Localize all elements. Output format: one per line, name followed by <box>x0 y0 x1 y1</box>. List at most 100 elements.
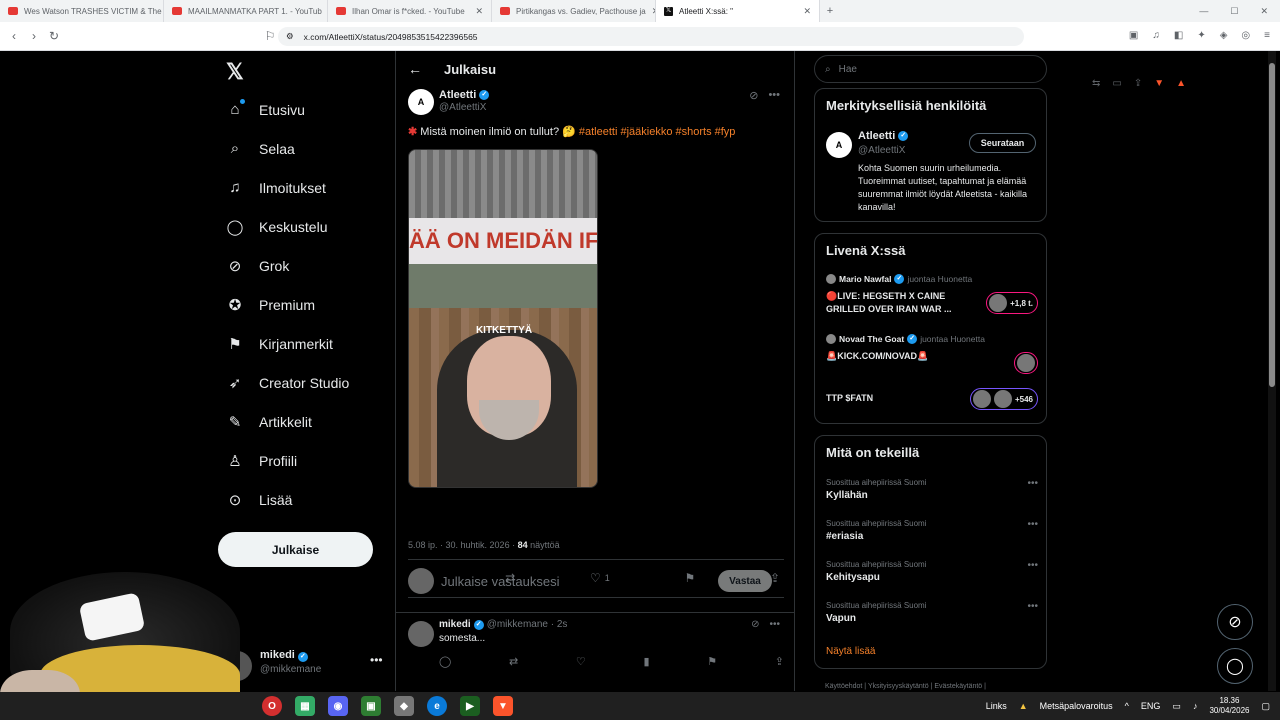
edge-icon[interactable]: e <box>427 696 447 716</box>
following-button[interactable]: Seurataan <box>969 133 1036 153</box>
share-icon[interactable]: ⇪ <box>1134 78 1142 718</box>
app-icon[interactable]: ▶ <box>460 696 480 716</box>
translate-icon[interactable]: ⇆ <box>1092 78 1100 718</box>
app-icon[interactable]: ▦ <box>295 696 315 716</box>
trend-item[interactable]: Suosittua aihepiirissä Suomi Kyllähän ••• <box>826 478 1038 501</box>
maximize-icon[interactable]: ☐ <box>1230 6 1238 17</box>
hashtags[interactable]: #atleetti #jääkiekko #shorts #fyp <box>579 126 736 138</box>
extensions-icon[interactable]: ✦ <box>1197 30 1205 41</box>
lang-indicator[interactable]: ENG <box>1141 701 1161 711</box>
share-icon[interactable]: ⇪ <box>775 655 784 668</box>
search-input[interactable]: ⌕ Hae <box>814 55 1047 83</box>
reply-input[interactable]: Julkaise vastauksesi <box>441 574 560 589</box>
avatar[interactable]: A <box>408 89 434 115</box>
more-options-icon[interactable]: ••• <box>1027 601 1038 612</box>
more-options-icon[interactable]: ••• <box>1027 519 1038 530</box>
opera-icon[interactable]: O <box>262 696 282 716</box>
back-arrow-icon[interactable]: ← <box>408 61 422 77</box>
avatar[interactable] <box>408 621 434 647</box>
trend-item[interactable]: Suosittua aihepiirissä Suomi #eriasia ••• <box>826 519 1038 542</box>
live-item[interactable]: TTP $FATN +546 <box>826 388 1038 410</box>
nav-item-grok[interactable]: ⊘ Grok <box>226 257 290 275</box>
more-options-icon[interactable]: ••• <box>768 89 780 102</box>
heart-icon[interactable]: ♡ <box>576 655 586 668</box>
reload-icon[interactable]: ↻ <box>44 29 64 43</box>
trend-item[interactable]: Suosittua aihepiirissä Suomi Vapun ••• <box>826 601 1038 624</box>
more-options-icon[interactable]: ••• <box>1027 560 1038 571</box>
nav-item-chat[interactable]: ◯ Keskustelu <box>226 218 328 236</box>
nav-item-bookmarks[interactable]: ⚑ Kirjanmerkit <box>226 335 333 353</box>
scrollbar[interactable] <box>1268 51 1276 691</box>
x-logo-icon[interactable]: 𝕏 <box>226 59 244 85</box>
grok-icon[interactable]: ⊘ <box>751 619 759 630</box>
wallet-icon[interactable]: ◎ <box>1241 30 1250 41</box>
brave-rewards-icon[interactable]: ▲ <box>1176 78 1186 718</box>
avatar[interactable]: A <box>826 132 852 158</box>
relevant-handle[interactable]: @AtleettiX <box>858 145 905 156</box>
nav-item-premium[interactable]: ✪ Premium <box>226 296 315 314</box>
network-icon[interactable]: ▭ <box>1172 701 1181 712</box>
live-item[interactable]: Novad The Goat ✓ juontaa Huonetta 🚨KICK.CO… <box>826 334 1038 374</box>
browser-tab[interactable]: Ilhan Omar is f*cked. - YouTube ✕ <box>328 0 492 22</box>
back-arrow-icon[interactable]: ‹ <box>4 29 24 43</box>
links-toolbar[interactable]: Links <box>986 701 1007 711</box>
analytics-icon[interactable]: ▮ <box>643 655 649 668</box>
bookmark-icon[interactable]: ⚑ <box>707 655 717 668</box>
footer-links[interactable]: Käyttöehdot | Yksityisyyskäytäntö | Eväs… <box>825 683 986 690</box>
nav-item-creator-studio[interactable]: ➶ Creator Studio <box>226 374 350 392</box>
brave-shield-icon[interactable]: ▼ <box>1154 78 1164 718</box>
new-tab-button[interactable]: + <box>820 5 840 17</box>
bookmark-page-icon[interactable]: ⚐ <box>260 29 280 43</box>
forward-arrow-icon[interactable]: › <box>24 29 44 43</box>
cast-icon[interactable]: ▭ <box>1112 78 1121 718</box>
app-icon[interactable]: ◆ <box>394 696 414 716</box>
messages-fab-button[interactable]: ◯ <box>1217 648 1253 684</box>
reply-submit-button[interactable]: Vastaa <box>718 570 772 592</box>
close-icon[interactable]: ✕ <box>803 6 811 17</box>
app-icon[interactable]: ▣ <box>361 696 381 716</box>
nav-item-profile[interactable]: ♙ Profiili <box>226 452 297 470</box>
show-more-link[interactable]: Näytä lisää <box>826 646 875 657</box>
vpn-icon[interactable]: ◈ <box>1220 30 1228 41</box>
live-item[interactable]: Mario Nawfal ✓ juontaa Huonetta 🔴LIVE: HEG… <box>826 274 1038 316</box>
panel-icon[interactable]: ◧ <box>1174 30 1183 41</box>
more-options-icon[interactable]: ••• <box>370 653 383 667</box>
close-icon[interactable]: ✕ <box>475 6 483 17</box>
post-handle[interactable]: @AtleettiX <box>439 102 486 113</box>
nav-item-articles[interactable]: ✎ Artikkelit <box>226 413 312 431</box>
browser-tab[interactable]: Wes Watson TRASHES VICTIM & The✕ <box>0 0 164 22</box>
close-window-icon[interactable]: ✕ <box>1260 6 1268 17</box>
browser-tab-active[interactable]: 𝕏 Atleetti X:ssä: " ✕ <box>656 0 820 22</box>
post-video[interactable]: ÄÄ ON MEIDÄN IFK KITKETTYÄ <box>408 149 598 488</box>
nav-item-notifications[interactable]: ♫ Ilmoitukset <box>226 179 326 196</box>
notifications-icon[interactable]: ▢ <box>1261 701 1270 712</box>
discord-icon[interactable]: ◉ <box>328 696 348 716</box>
reply-icon[interactable]: ◯ <box>439 655 451 668</box>
browser-tab[interactable]: Pirtikangas vs. Gadiev, Pacthouse ja✕ <box>492 0 656 22</box>
chevron-up-icon[interactable]: ^ <box>1125 701 1129 711</box>
post-author[interactable]: Atleetti ✓ <box>439 89 490 101</box>
nav-item-explore[interactable]: ⌕ Selaa <box>226 140 295 157</box>
url-field[interactable]: ⚙ x.com/AtleettiX/status/204985351542239… <box>278 27 1186 89</box>
repost-icon[interactable]: ⇄ <box>509 655 518 668</box>
trend-item[interactable]: Suosittua aihepiirissä Suomi Kehitysapu ••… <box>826 560 1038 583</box>
nav-item-home[interactable]: ⌂ Etusivu <box>226 99 305 118</box>
clock[interactable]: 18.36 30/04/2026 <box>1209 696 1249 716</box>
more-options-icon[interactable]: ••• <box>769 619 780 630</box>
relevant-name[interactable]: Atleetti ✓ <box>858 130 909 142</box>
grok-icon[interactable]: ⊘ <box>749 89 758 102</box>
site-info-icon[interactable]: ⚙ <box>286 31 294 42</box>
sidebar-icon[interactable]: ▣ <box>1129 30 1138 41</box>
weather-text[interactable]: Metsäpalovaroitus <box>1040 701 1113 711</box>
comment-author[interactable]: mikedi ✓ @mikkemane · 2s <box>439 619 567 630</box>
menu-icon[interactable]: ≡ <box>1264 30 1270 41</box>
grok-fab-button[interactable]: ⊘ <box>1217 604 1253 640</box>
nav-item-more[interactable]: ⊙ Lisää <box>226 491 293 509</box>
brave-icon[interactable]: ▼ <box>493 696 513 716</box>
whats-happening-box: Mitä on tekeillä Suosittua aihepiirissä … <box>814 435 1047 669</box>
browser-tab[interactable]: MAAILMANMATKA PART 1. - YouTub✕ <box>164 0 328 22</box>
minimize-icon[interactable]: — <box>1199 6 1208 17</box>
volume-icon[interactable]: ♪ <box>1193 701 1198 711</box>
music-icon[interactable]: ♫ <box>1152 30 1160 41</box>
more-options-icon[interactable]: ••• <box>1027 478 1038 489</box>
